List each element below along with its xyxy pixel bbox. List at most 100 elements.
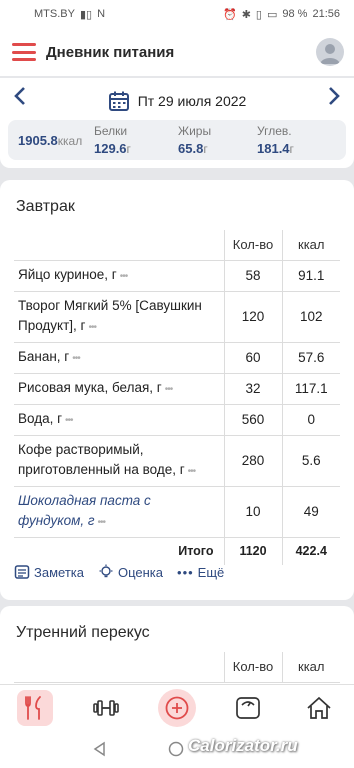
rate-label: Оценка [117, 564, 164, 580]
food-qty[interactable]: 120 [223, 291, 282, 343]
total-label: Итого [178, 544, 214, 559]
add-button[interactable] [157, 688, 196, 727]
table-row[interactable]: Творог Мягкий 5% [Савушкин Продукт], г ••… [14, 291, 340, 343]
menu-icon[interactable] [12, 43, 36, 61]
food-kcal: 91.1 [281, 260, 340, 292]
nav-weight[interactable] [230, 690, 266, 726]
table-row[interactable]: Яйцо куриное, г ••• 58 91.1 [14, 260, 340, 292]
breakfast-card: Завтрак Кол-во ккал Яйцо куриное, г ••• 5… [0, 180, 354, 600]
more-icon[interactable]: ••• [165, 384, 173, 395]
home-circle-icon[interactable] [168, 741, 184, 757]
protein-label: Белки [94, 124, 128, 138]
nfc-icon: N [97, 8, 106, 20]
table-row[interactable]: Кофе растворимый, приготовленный на воде… [14, 435, 340, 487]
carrier-label: MTS.BY [34, 8, 75, 20]
breakfast-table: Кол-во ккал Яйцо куриное, г ••• 58 91.1 Т… [14, 230, 340, 565]
table-header: Кол-во ккал [14, 230, 340, 261]
table-header: Кол-во ккал [14, 652, 340, 683]
date-label: Пт 29 июля 2022 [137, 93, 247, 109]
kcal-total: 1905.8ккал [8, 133, 92, 148]
meal-title: Утренний перекус [16, 624, 150, 641]
carb-label: Углев. [257, 124, 292, 138]
table-row[interactable]: Вода, г ••• 560 0 [14, 404, 340, 436]
more-icon[interactable]: ••• [188, 466, 196, 477]
more-icon[interactable]: ••• [65, 415, 73, 426]
fat-summary: Жиры 65.8г [178, 124, 211, 156]
meal-title: Завтрак [16, 198, 75, 215]
table-row[interactable]: Рисовая мука, белая, г ••• 32 117.1 [14, 373, 340, 405]
battery-icon: ▭ [266, 8, 278, 21]
fat-value: 65.8 [178, 141, 204, 156]
more-icon[interactable]: ••• [72, 353, 80, 364]
daily-summary: 1905.8ккал Белки 129.6г Жиры 65.8г Углев… [8, 120, 346, 160]
more-icon[interactable]: ••• [120, 271, 128, 282]
food-qty[interactable]: 280 [223, 435, 282, 487]
more-icon[interactable]: ••• [88, 322, 96, 333]
total-kcal: 422.4 [281, 537, 340, 565]
food-name: Творог Мягкий 5% [Савушкин Продукт], г [18, 297, 202, 333]
col-qty-header: Кол-во [223, 230, 282, 261]
mute-icon: ▯ [255, 8, 262, 21]
page-title: Дневник питания [46, 43, 175, 61]
nav-diary[interactable] [17, 689, 54, 726]
table-row[interactable]: Шоколадная паста с фундуком, г ••• 10 49 [14, 486, 340, 538]
food-name-link[interactable]: Шоколадная паста с фундуком, г [18, 493, 151, 528]
total-qty: 1120 [223, 537, 282, 565]
food-name: Вода, г [18, 410, 63, 426]
alarm-icon: ⏰ [223, 8, 237, 21]
nav-workouts[interactable] [88, 690, 124, 726]
note-icon [14, 564, 30, 580]
more-button[interactable]: ••• Ещё [177, 565, 224, 580]
food-name: Рисовая мука, белая, г [18, 379, 162, 395]
food-kcal: 57.6 [281, 342, 340, 374]
food-name: Яйцо куриное, г [18, 266, 117, 282]
date-selector[interactable]: Пт 29 июля 2022 [0, 84, 354, 118]
table-row[interactable]: Банан, г ••• 60 57.6 [14, 342, 340, 374]
next-day-button[interactable] [324, 86, 344, 106]
protein-summary: Белки 129.6г [94, 124, 131, 156]
food-qty[interactable]: 60 [223, 342, 282, 374]
total-row: Итого 1120 422.4 [14, 537, 340, 565]
bottom-nav [0, 684, 354, 730]
rate-button[interactable]: Оценка [98, 564, 163, 580]
more-icon[interactable]: ••• [98, 517, 106, 528]
app-bar: Дневник питания [0, 28, 354, 76]
chevron-right-icon [329, 87, 340, 105]
note-label: Заметка [34, 564, 84, 580]
food-kcal: 0 [281, 404, 340, 436]
col-kcal-header: ккал [281, 652, 340, 683]
status-bar: MTS.BY ▮▯ N ⏰ ✱ ▯ ▭ 98 % 21:56 [0, 0, 354, 28]
food-qty[interactable]: 58 [223, 260, 282, 292]
plus-circle-icon [165, 696, 189, 719]
back-triangle-icon[interactable] [92, 741, 108, 757]
col-kcal-header: ккал [281, 230, 340, 261]
carb-value: 181.4 [257, 141, 290, 156]
battery-label: 98 % [282, 8, 308, 20]
home-icon [307, 696, 331, 719]
col-qty-header: Кол-во [223, 652, 282, 683]
note-button[interactable]: Заметка [14, 564, 84, 580]
calendar-icon [108, 91, 129, 111]
food-kcal: 5.6 [281, 435, 340, 487]
food-qty[interactable]: 560 [223, 404, 282, 436]
food-qty[interactable]: 10 [223, 486, 282, 538]
carb-summary: Углев. 181.4г [257, 124, 294, 156]
protein-unit: г [126, 142, 131, 156]
food-kcal: 117.1 [281, 373, 340, 405]
time-label: 21:56 [312, 8, 340, 20]
signal-icon: ▮▯ [79, 8, 93, 21]
lightbulb-icon [98, 564, 114, 580]
kcal-unit: ккал [57, 133, 83, 148]
fork-knife-icon [25, 695, 42, 720]
snack-table: Кол-во ккал [14, 652, 340, 683]
bluetooth-icon: ✱ [241, 8, 251, 21]
system-nav-bar [0, 730, 354, 768]
avatar[interactable] [316, 38, 344, 66]
food-name: Кофе растворимый, приготовленный на воде… [18, 441, 185, 477]
food-name: Банан, г [18, 348, 70, 364]
nav-home[interactable] [301, 690, 337, 726]
food-qty[interactable]: 32 [223, 373, 282, 405]
snack-card: Утренний перекус Кол-во ккал [0, 606, 354, 696]
fat-unit: г [203, 142, 208, 156]
food-kcal: 102 [281, 291, 340, 343]
